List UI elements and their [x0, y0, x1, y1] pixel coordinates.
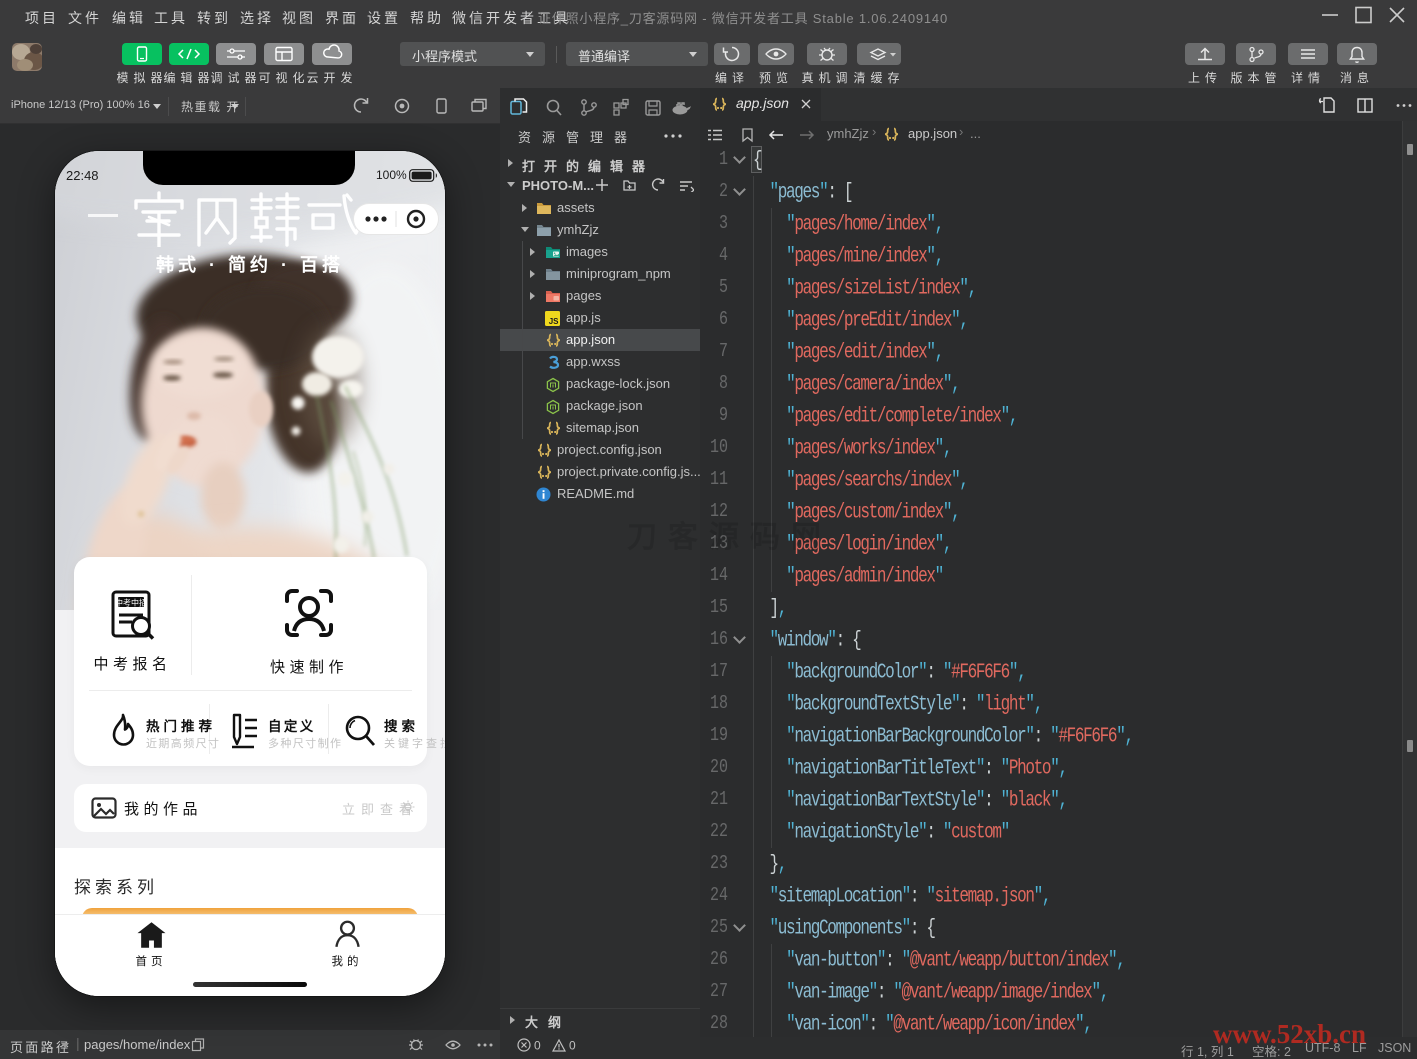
svg-text:0: 0: [534, 1039, 541, 1053]
svg-text:中考中招: 中考中招: [115, 598, 147, 608]
svg-text:JS: JS: [549, 317, 559, 326]
svg-text:0: 0: [569, 1039, 576, 1053]
